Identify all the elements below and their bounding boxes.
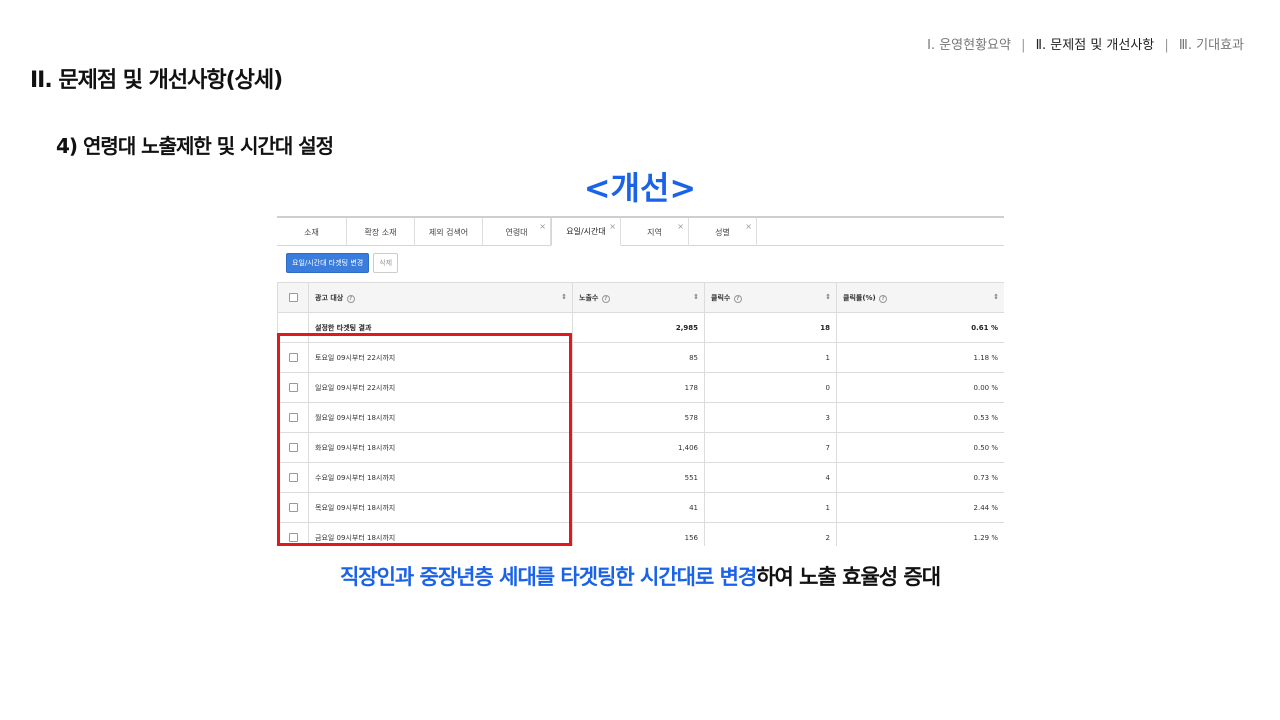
tab-label: 성별 [715,227,730,237]
section-title: II. 문제점 및 개선사항(상세) [30,68,283,93]
column-header-target[interactable]: 광고 대상 ? ⇕ [308,282,573,313]
sort-icon[interactable]: ⇕ [561,293,567,301]
caption-highlight: 직장인과 중장년층 세대를 타겟팅한 시간대로 변경 [339,565,757,589]
tab-label: 소재 [304,227,319,237]
tab-label: 제외 검색어 [428,227,469,237]
improvement-heading: <개선> [583,169,697,207]
column-label: 클릭률(%) [843,293,876,302]
change-targeting-button[interactable]: 요일/시간대 타겟팅 변경 [286,253,370,273]
tab-label: 확장 소재 [364,227,397,237]
close-icon[interactable]: × [609,222,616,231]
impressions-value: 85 [572,342,705,373]
sort-icon[interactable]: ⇕ [993,293,999,301]
section-nav: Ⅰ. 운영현황요약 | Ⅱ. 문제점 및 개선사항 | Ⅲ. 기대효과 [927,34,1244,53]
tab-bar: 소재 확장 소재 제외 검색어 연령대 × 요일/시간대 × 지역 × 성별 × [277,218,1004,246]
tab-label: 지역 [647,227,662,237]
caption-rest: 하여 노출 효율성 증대 [756,565,941,589]
help-icon[interactable]: ? [346,294,355,303]
clicks-value: 1 [704,342,837,373]
impressions-value: 551 [572,462,705,493]
column-header-clicks[interactable]: 클릭수 ? ⇕ [704,282,837,313]
close-icon[interactable]: × [539,222,546,231]
clicks-value: 1 [704,492,837,523]
ctr-value: 0.00 % [836,372,1004,403]
summary-clicks: 18 [704,312,837,343]
column-header-impressions[interactable]: 노출수 ? ⇕ [572,282,705,313]
ctr-value: 1.29 % [836,522,1004,546]
help-icon[interactable]: ? [601,294,610,303]
help-icon[interactable]: ? [879,294,888,303]
select-all-cell [277,282,309,313]
select-all-checkbox[interactable] [288,293,298,302]
tab-bar-filler [757,218,1004,245]
tab-excluded-keywords[interactable]: 제외 검색어 [415,218,483,246]
clicks-value: 0 [704,372,837,403]
clicks-value: 3 [704,402,837,433]
close-icon[interactable]: × [677,222,684,231]
nav-separator: | [1021,38,1026,53]
tab-day-time[interactable]: 요일/시간대 × [551,218,621,246]
toolbar: 요일/시간대 타겟팅 변경 삭제 [277,246,1004,280]
sub-title: 4) 연령대 노출제한 및 시간대 설정 [56,134,334,158]
nav-separator: | [1164,38,1169,53]
nav-item-effects[interactable]: Ⅲ. 기대효과 [1179,38,1244,53]
nav-item-summary[interactable]: Ⅰ. 운영현황요약 [927,38,1011,53]
table-header-row: 광고 대상 ? ⇕ 노출수 ? ⇕ 클릭수 ? ⇕ 클릭률(%) ? ⇕ [277,282,1004,313]
clicks-value: 2 [704,522,837,546]
ctr-value: 0.53 % [836,402,1004,433]
summary-impressions: 2,985 [572,312,705,343]
tab-extension[interactable]: 확장 소재 [347,218,415,246]
tab-label: 연령대 [505,227,528,237]
ctr-value: 2.44 % [836,492,1004,523]
sort-icon[interactable]: ⇕ [825,293,831,301]
tab-creative[interactable]: 소재 [277,218,347,246]
ctr-value: 0.73 % [836,462,1004,493]
tab-label: 요일/시간대 [566,227,606,236]
highlight-box [277,333,572,546]
tab-region[interactable]: 지역 × [621,218,689,246]
ctr-value: 1.18 % [836,342,1004,373]
column-header-ctr[interactable]: 클릭률(%) ? ⇕ [836,282,1004,313]
column-label: 노출수 [579,293,599,302]
summary-ctr: 0.61 % [836,312,1004,343]
tab-gender[interactable]: 성별 × [689,218,757,246]
impressions-value: 1,406 [572,432,705,463]
impressions-value: 578 [572,402,705,433]
impressions-value: 178 [572,372,705,403]
column-label: 클릭수 [711,293,731,302]
nav-item-issues[interactable]: Ⅱ. 문제점 및 개선사항 [1036,38,1155,53]
ctr-value: 0.50 % [836,432,1004,463]
delete-button[interactable]: 삭제 [373,253,399,273]
impressions-value: 41 [572,492,705,523]
help-icon[interactable]: ? [733,294,742,303]
caption: 직장인과 중장년층 세대를 타겟팅한 시간대로 변경하여 노출 효율성 증대 [0,561,1280,591]
clicks-value: 7 [704,432,837,463]
clicks-value: 4 [704,462,837,493]
tab-age[interactable]: 연령대 × [483,218,551,246]
column-label: 광고 대상 [315,293,344,302]
impressions-value: 156 [572,522,705,546]
sort-icon[interactable]: ⇕ [693,293,699,301]
close-icon[interactable]: × [745,222,752,231]
